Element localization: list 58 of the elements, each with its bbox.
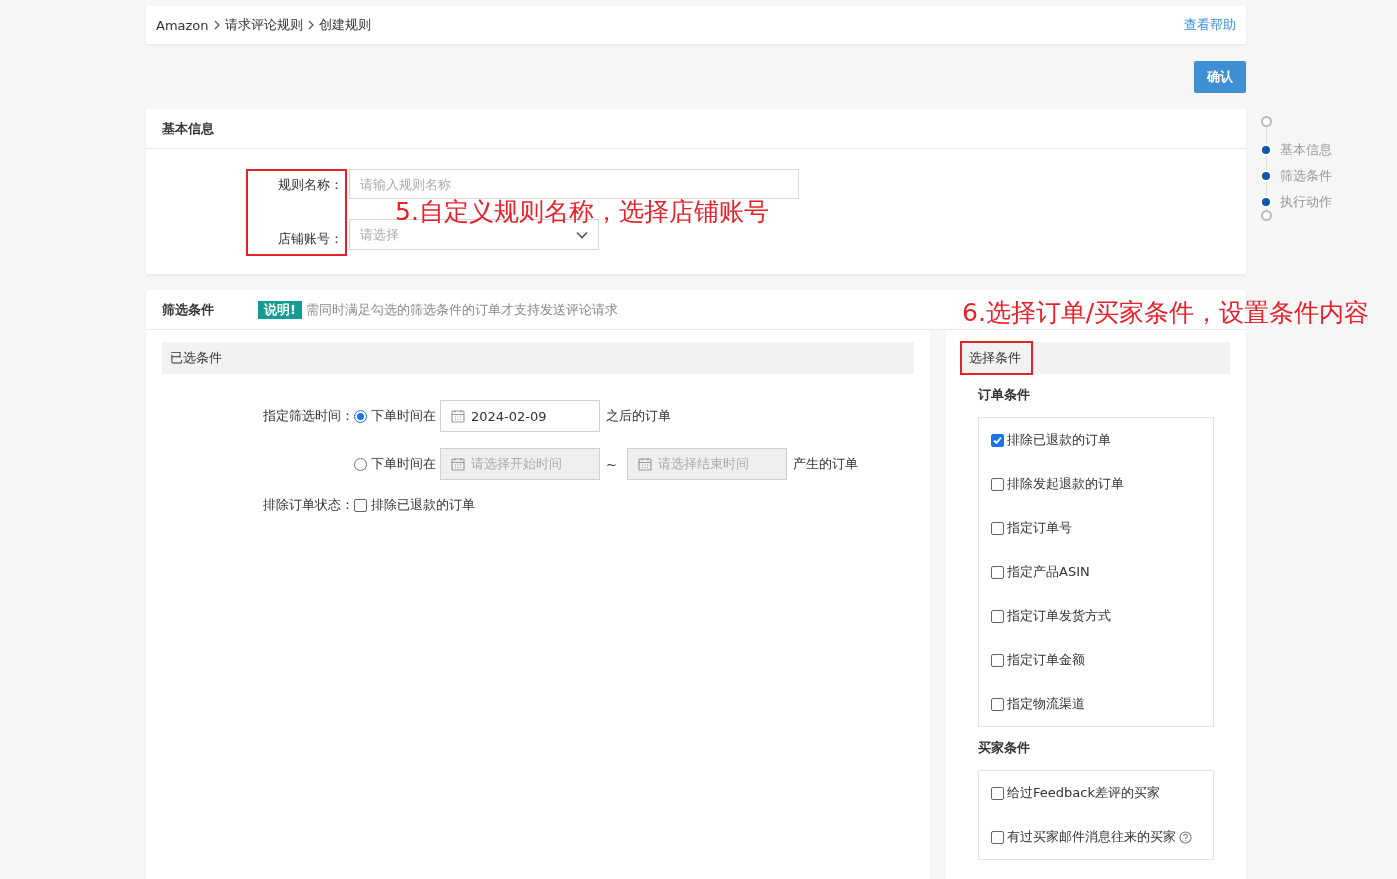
chevron-down-icon (576, 230, 588, 239)
step-dot-icon (1262, 172, 1270, 180)
checkbox-label[interactable]: 指定物流渠道 (1007, 695, 1085, 713)
breadcrumb-link[interactable]: 创建规则 (318, 16, 371, 34)
note-badge: 说明! (258, 300, 302, 319)
checkbox-label[interactable]: 指定产品ASIN (1007, 563, 1090, 581)
help-link[interactable]: 查看帮助 (1184, 16, 1236, 34)
checkbox[interactable] (991, 433, 1004, 447)
field-suffix: 之后的订单 (606, 407, 671, 425)
note-text: 需同时满足勾选的筛选条件的订单才支持发送评论请求 (305, 300, 618, 319)
calendar-icon (637, 457, 652, 471)
checkbox[interactable] (991, 609, 1004, 623)
checkbox[interactable] (354, 498, 367, 512)
radio-button[interactable] (354, 409, 367, 423)
radio-label[interactable]: 下单时间在 (371, 455, 436, 473)
checkbox-label[interactable]: 指定订单金额 (1007, 651, 1085, 669)
breadcrumb-link[interactable]: Amazon (156, 17, 209, 33)
radio-button[interactable] (354, 457, 367, 471)
checkbox-label[interactable]: 指定订单号 (1007, 519, 1072, 537)
checkbox[interactable] (991, 697, 1004, 711)
date-field[interactable]: 2024-02-09 (440, 400, 600, 432)
checkbox-label[interactable]: 指定订单发货方式 (1007, 607, 1111, 625)
section-title: 筛选条件 (162, 300, 215, 319)
checkbox-label[interactable]: 排除发起退款的订单 (1007, 475, 1124, 493)
step-end-icon (1261, 210, 1272, 221)
group-title: 订单条件 (977, 386, 1031, 404)
group-title: 买家条件 (977, 739, 1031, 757)
field-label: 店铺账号： (278, 230, 343, 248)
range-separator: ~ (606, 456, 617, 472)
field-label: 规则名称： (278, 176, 343, 194)
checkbox[interactable] (991, 786, 1004, 800)
field-label: 指定筛选时间： (262, 407, 354, 425)
breadcrumb-link[interactable]: 请求评论规则 (224, 16, 303, 34)
rule-name-input[interactable]: 请输入规则名称 (349, 169, 799, 199)
chevron-right-icon (212, 20, 221, 30)
annotation-text: 6.选择订单/买家条件，设置条件内容 (962, 297, 1370, 329)
section-title: 基本信息 (162, 119, 215, 138)
panel-title: 选择条件 (960, 341, 1033, 375)
chevron-right-icon (306, 20, 315, 30)
help-icon[interactable] (1179, 830, 1192, 844)
field-suffix: 产生的订单 (792, 455, 858, 473)
checkbox-label[interactable]: 排除已退款的订单 (371, 496, 475, 514)
step-start-icon (1261, 116, 1272, 127)
panel-title: 已选条件 (170, 349, 222, 367)
checkbox-label[interactable]: 排除已退款的订单 (1007, 431, 1111, 449)
radio-label[interactable]: 下单时间在 (371, 407, 436, 425)
step-dot-icon (1262, 146, 1270, 154)
checkbox[interactable] (991, 521, 1004, 535)
calendar-icon (451, 457, 465, 471)
calendar-icon (451, 409, 465, 423)
checkbox[interactable] (991, 477, 1004, 491)
field-label: 排除订单状态： (262, 496, 354, 514)
checkbox-label[interactable]: 给过Feedback差评的买家 (1007, 784, 1160, 802)
step-dot-icon (1262, 198, 1270, 206)
checkbox-label[interactable]: 有过买家邮件消息往来的买家 (1007, 828, 1176, 846)
checkbox[interactable] (991, 830, 1004, 844)
checkbox[interactable] (991, 653, 1004, 667)
checkbox[interactable] (991, 565, 1004, 579)
